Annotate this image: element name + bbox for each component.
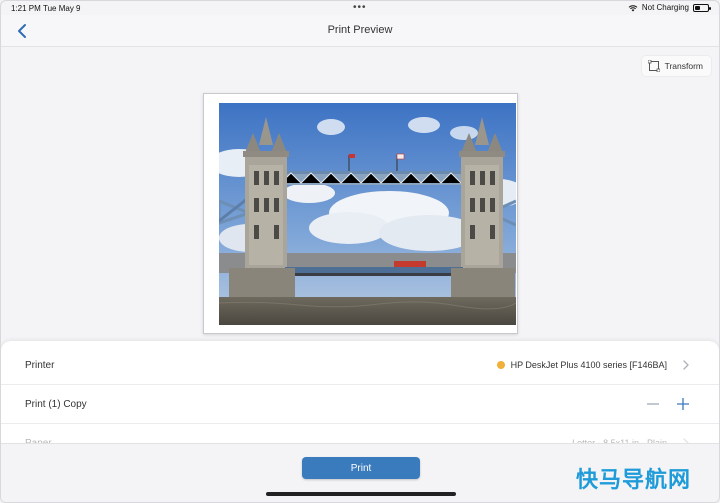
navigation-bar: Print Preview xyxy=(1,15,719,47)
printer-value: HP DeskJet Plus 4100 series [F146BA] xyxy=(496,360,667,370)
home-indicator xyxy=(266,492,456,496)
battery-status-text: Not Charging xyxy=(641,3,689,12)
page-title: Print Preview xyxy=(327,24,393,36)
preview-photo xyxy=(219,103,516,325)
printer-row[interactable]: Printer HP DeskJet Plus 4100 series [F14… xyxy=(1,347,719,385)
printer-status-dot xyxy=(496,361,505,369)
chevron-right-icon xyxy=(683,360,689,370)
print-preview-paper xyxy=(203,93,518,334)
print-button[interactable]: Print xyxy=(302,457,420,479)
status-right: Not Charging xyxy=(628,3,711,12)
crop-transform-icon xyxy=(647,60,660,72)
watermark-logo: 快马导航网 xyxy=(575,468,691,493)
battery-icon xyxy=(693,3,711,12)
copies-row: Print (1) Copy xyxy=(1,386,719,424)
copies-label: Print (1) Copy xyxy=(25,399,87,410)
plus-icon[interactable] xyxy=(675,395,691,413)
wifi-icon xyxy=(628,4,638,11)
transform-button[interactable]: Transform xyxy=(641,56,711,76)
printer-label: Printer xyxy=(25,360,55,371)
minus-icon[interactable] xyxy=(645,395,661,413)
printer-name: HP DeskJet Plus 4100 series [F146BA] xyxy=(510,360,667,370)
transform-label: Transform xyxy=(664,61,703,71)
status-date: Tue May 9 xyxy=(43,4,81,13)
app-window: 1:21 PM Tue May 9 ••• Not Charging Print… xyxy=(0,0,720,503)
multitasking-dots-icon[interactable]: ••• xyxy=(353,2,367,13)
status-time: 1:21 PM xyxy=(11,4,41,13)
tower-bridge-image xyxy=(219,103,516,325)
status-bar: 1:21 PM Tue May 9 ••• Not Charging xyxy=(1,1,719,15)
